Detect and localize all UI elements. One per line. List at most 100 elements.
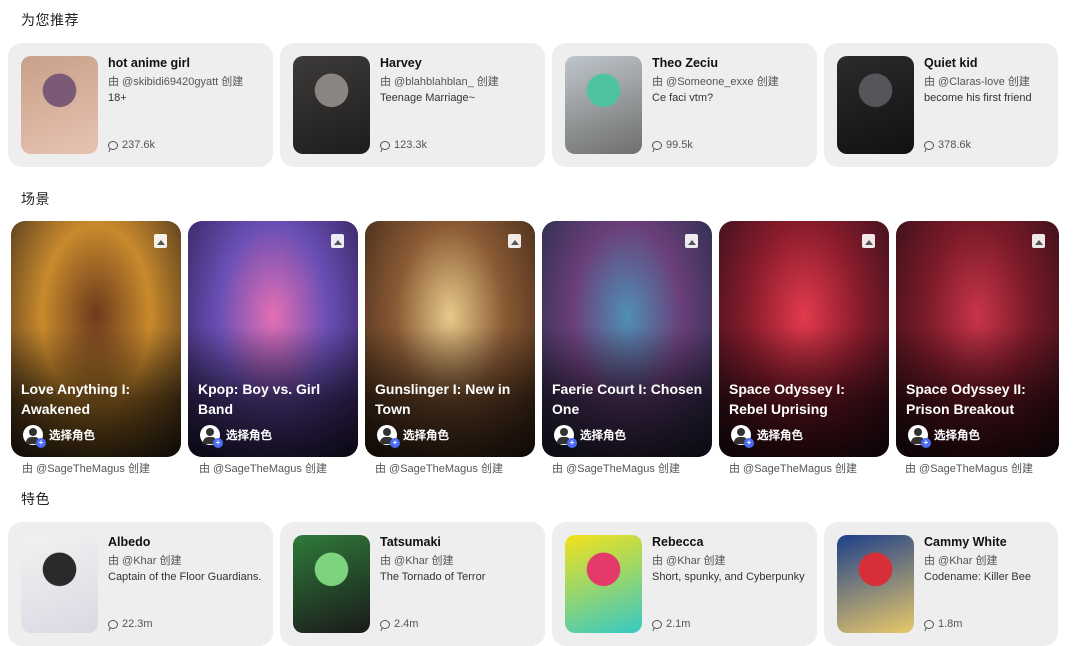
character-creator: 由 @blahblahblan_ 创建	[380, 76, 499, 88]
character-creator: 由 @skibidi69420gyatt 创建	[108, 76, 244, 88]
image-icon[interactable]	[154, 234, 167, 248]
character-card[interactable]: Tatsumaki 由 @Khar 创建 The Tornado of Terr…	[280, 522, 545, 646]
chat-bubble-icon	[380, 619, 390, 629]
scene-shade	[719, 221, 889, 457]
image-icon[interactable]	[508, 234, 521, 248]
scene-card[interactable]: Faerie Court I: Chosen One + 选择角色	[542, 221, 712, 457]
character-name: Cammy White	[924, 535, 1007, 549]
character-card[interactable]: Harvey 由 @blahblahblan_ 创建 Teenage Marri…	[280, 43, 545, 167]
chat-count: 2.1m	[652, 618, 690, 630]
character-card[interactable]: Cammy White 由 @Khar 创建 Codename: Killer …	[824, 522, 1058, 646]
chat-count: 1.8m	[924, 618, 962, 630]
character-card[interactable]: Rebecca 由 @Khar 创建 Short, spunky, and Cy…	[552, 522, 817, 646]
choose-character-button[interactable]: + 选择角色	[23, 425, 95, 448]
character-card[interactable]: hot anime girl 由 @skibidi69420gyatt 创建 1…	[8, 43, 273, 167]
chat-count-value: 2.1m	[666, 618, 691, 630]
scene-creator[interactable]: 由 @SageTheMagus 创建	[199, 460, 327, 476]
chat-count-value: 1.8m	[938, 618, 963, 630]
image-icon[interactable]	[331, 234, 344, 248]
chat-count-value: 237.6k	[122, 139, 156, 151]
chat-count-value: 22.3m	[122, 618, 153, 630]
image-icon[interactable]	[862, 234, 875, 248]
choose-character-button[interactable]: + 选择角色	[200, 425, 272, 448]
choose-character-label: 选择角色	[49, 430, 95, 442]
scene-creator[interactable]: 由 @SageTheMagus 创建	[729, 460, 857, 476]
chat-count: 99.5k	[652, 139, 693, 151]
chat-bubble-icon	[652, 619, 662, 629]
scene-title: Space Odyssey I: Rebel Uprising	[729, 381, 845, 417]
character-creator: 由 @Claras-love 创建	[924, 76, 1030, 88]
choose-character-label: 选择角色	[403, 430, 449, 442]
character-avatar	[21, 56, 98, 154]
image-icon[interactable]	[685, 234, 698, 248]
plus-icon: +	[921, 438, 931, 448]
choose-character-button[interactable]: + 选择角色	[554, 425, 626, 448]
recommended-row: hot anime girl 由 @skibidi69420gyatt 创建 1…	[8, 43, 1058, 167]
scene-creator[interactable]: 由 @SageTheMagus 创建	[375, 460, 503, 476]
character-description: Short, spunky, and Cyberpunky	[652, 571, 805, 583]
chat-bubble-icon	[380, 140, 390, 150]
chat-count-value: 99.5k	[666, 139, 693, 151]
scene-card[interactable]: Space Odyssey I: Rebel Uprising + 选择角色	[719, 221, 889, 457]
character-card[interactable]: Theo Zeciu 由 @Someone_exxe 创建 Ce faci vt…	[552, 43, 817, 167]
choose-character-label: 选择角色	[757, 430, 803, 442]
scene-title: Love Anything I: Awakened	[21, 381, 131, 417]
character-creator: 由 @Someone_exxe 创建	[652, 76, 779, 88]
featured-row: Albedo 由 @Khar 创建 Captain of the Floor G…	[8, 522, 1058, 646]
character-avatar	[565, 56, 642, 154]
chat-count-value: 378.6k	[938, 139, 972, 151]
section-title-recommended: 为您推荐	[21, 12, 79, 28]
plus-icon: +	[567, 438, 577, 448]
character-description: 18+	[108, 92, 127, 104]
character-name: Rebecca	[652, 535, 704, 549]
chat-count: 123.3k	[380, 139, 427, 151]
character-name: Quiet kid	[924, 56, 978, 70]
choose-character-button[interactable]: + 选择角色	[377, 425, 449, 448]
scene-shade	[896, 221, 1059, 457]
chat-count: 2.4m	[380, 618, 418, 630]
plus-icon: +	[744, 438, 754, 448]
character-card[interactable]: Quiet kid 由 @Claras-love 创建 become his f…	[824, 43, 1058, 167]
character-name: Albedo	[108, 535, 151, 549]
character-name: hot anime girl	[108, 56, 190, 70]
character-avatar	[837, 56, 914, 154]
plus-icon: +	[213, 438, 223, 448]
scene-shade	[11, 221, 181, 457]
scene-card[interactable]: Kpop: Boy vs. Girl Band + 选择角色	[188, 221, 358, 457]
chat-bubble-icon	[108, 619, 118, 629]
scene-title: Faerie Court I: Chosen One	[552, 381, 703, 417]
scene-card[interactable]: Love Anything I: Awakened + 选择角色	[11, 221, 181, 457]
plus-icon: +	[390, 438, 400, 448]
character-creator: 由 @Khar 创建	[652, 555, 726, 567]
character-creator: 由 @Khar 创建	[108, 555, 182, 567]
character-avatar	[837, 535, 914, 633]
character-name: Tatsumaki	[380, 535, 441, 549]
chat-count: 237.6k	[108, 139, 155, 151]
user-icon: +	[23, 425, 46, 448]
character-name: Harvey	[380, 56, 422, 70]
image-icon[interactable]	[1032, 234, 1045, 248]
character-avatar	[293, 56, 370, 154]
chat-bubble-icon	[924, 619, 934, 629]
scene-card[interactable]: Space Odyssey II: Prison Breakout + 选择角色	[896, 221, 1059, 457]
scene-creator[interactable]: 由 @SageTheMagus 创建	[905, 460, 1033, 476]
scene-title: Kpop: Boy vs. Girl Band	[198, 381, 321, 417]
character-description: Teenage Marriage~	[380, 92, 476, 104]
character-description: Ce faci vtm?	[652, 92, 714, 104]
chat-bubble-icon	[652, 140, 662, 150]
user-icon: +	[731, 425, 754, 448]
user-icon: +	[908, 425, 931, 448]
character-description: Captain of the Floor Guardians.	[108, 571, 262, 583]
scene-creator[interactable]: 由 @SageTheMagus 创建	[22, 460, 150, 476]
character-card[interactable]: Albedo 由 @Khar 创建 Captain of the Floor G…	[8, 522, 273, 646]
scene-card[interactable]: Gunslinger I: New in Town + 选择角色	[365, 221, 535, 457]
character-avatar	[565, 535, 642, 633]
choose-character-button[interactable]: + 选择角色	[908, 425, 980, 448]
choose-character-button[interactable]: + 选择角色	[731, 425, 803, 448]
character-description: become his first friend	[924, 92, 1032, 104]
chat-count: 22.3m	[108, 618, 153, 630]
choose-character-label: 选择角色	[580, 430, 626, 442]
character-creator: 由 @Khar 创建	[380, 555, 454, 567]
chat-count: 378.6k	[924, 139, 971, 151]
scene-creator[interactable]: 由 @SageTheMagus 创建	[552, 460, 680, 476]
